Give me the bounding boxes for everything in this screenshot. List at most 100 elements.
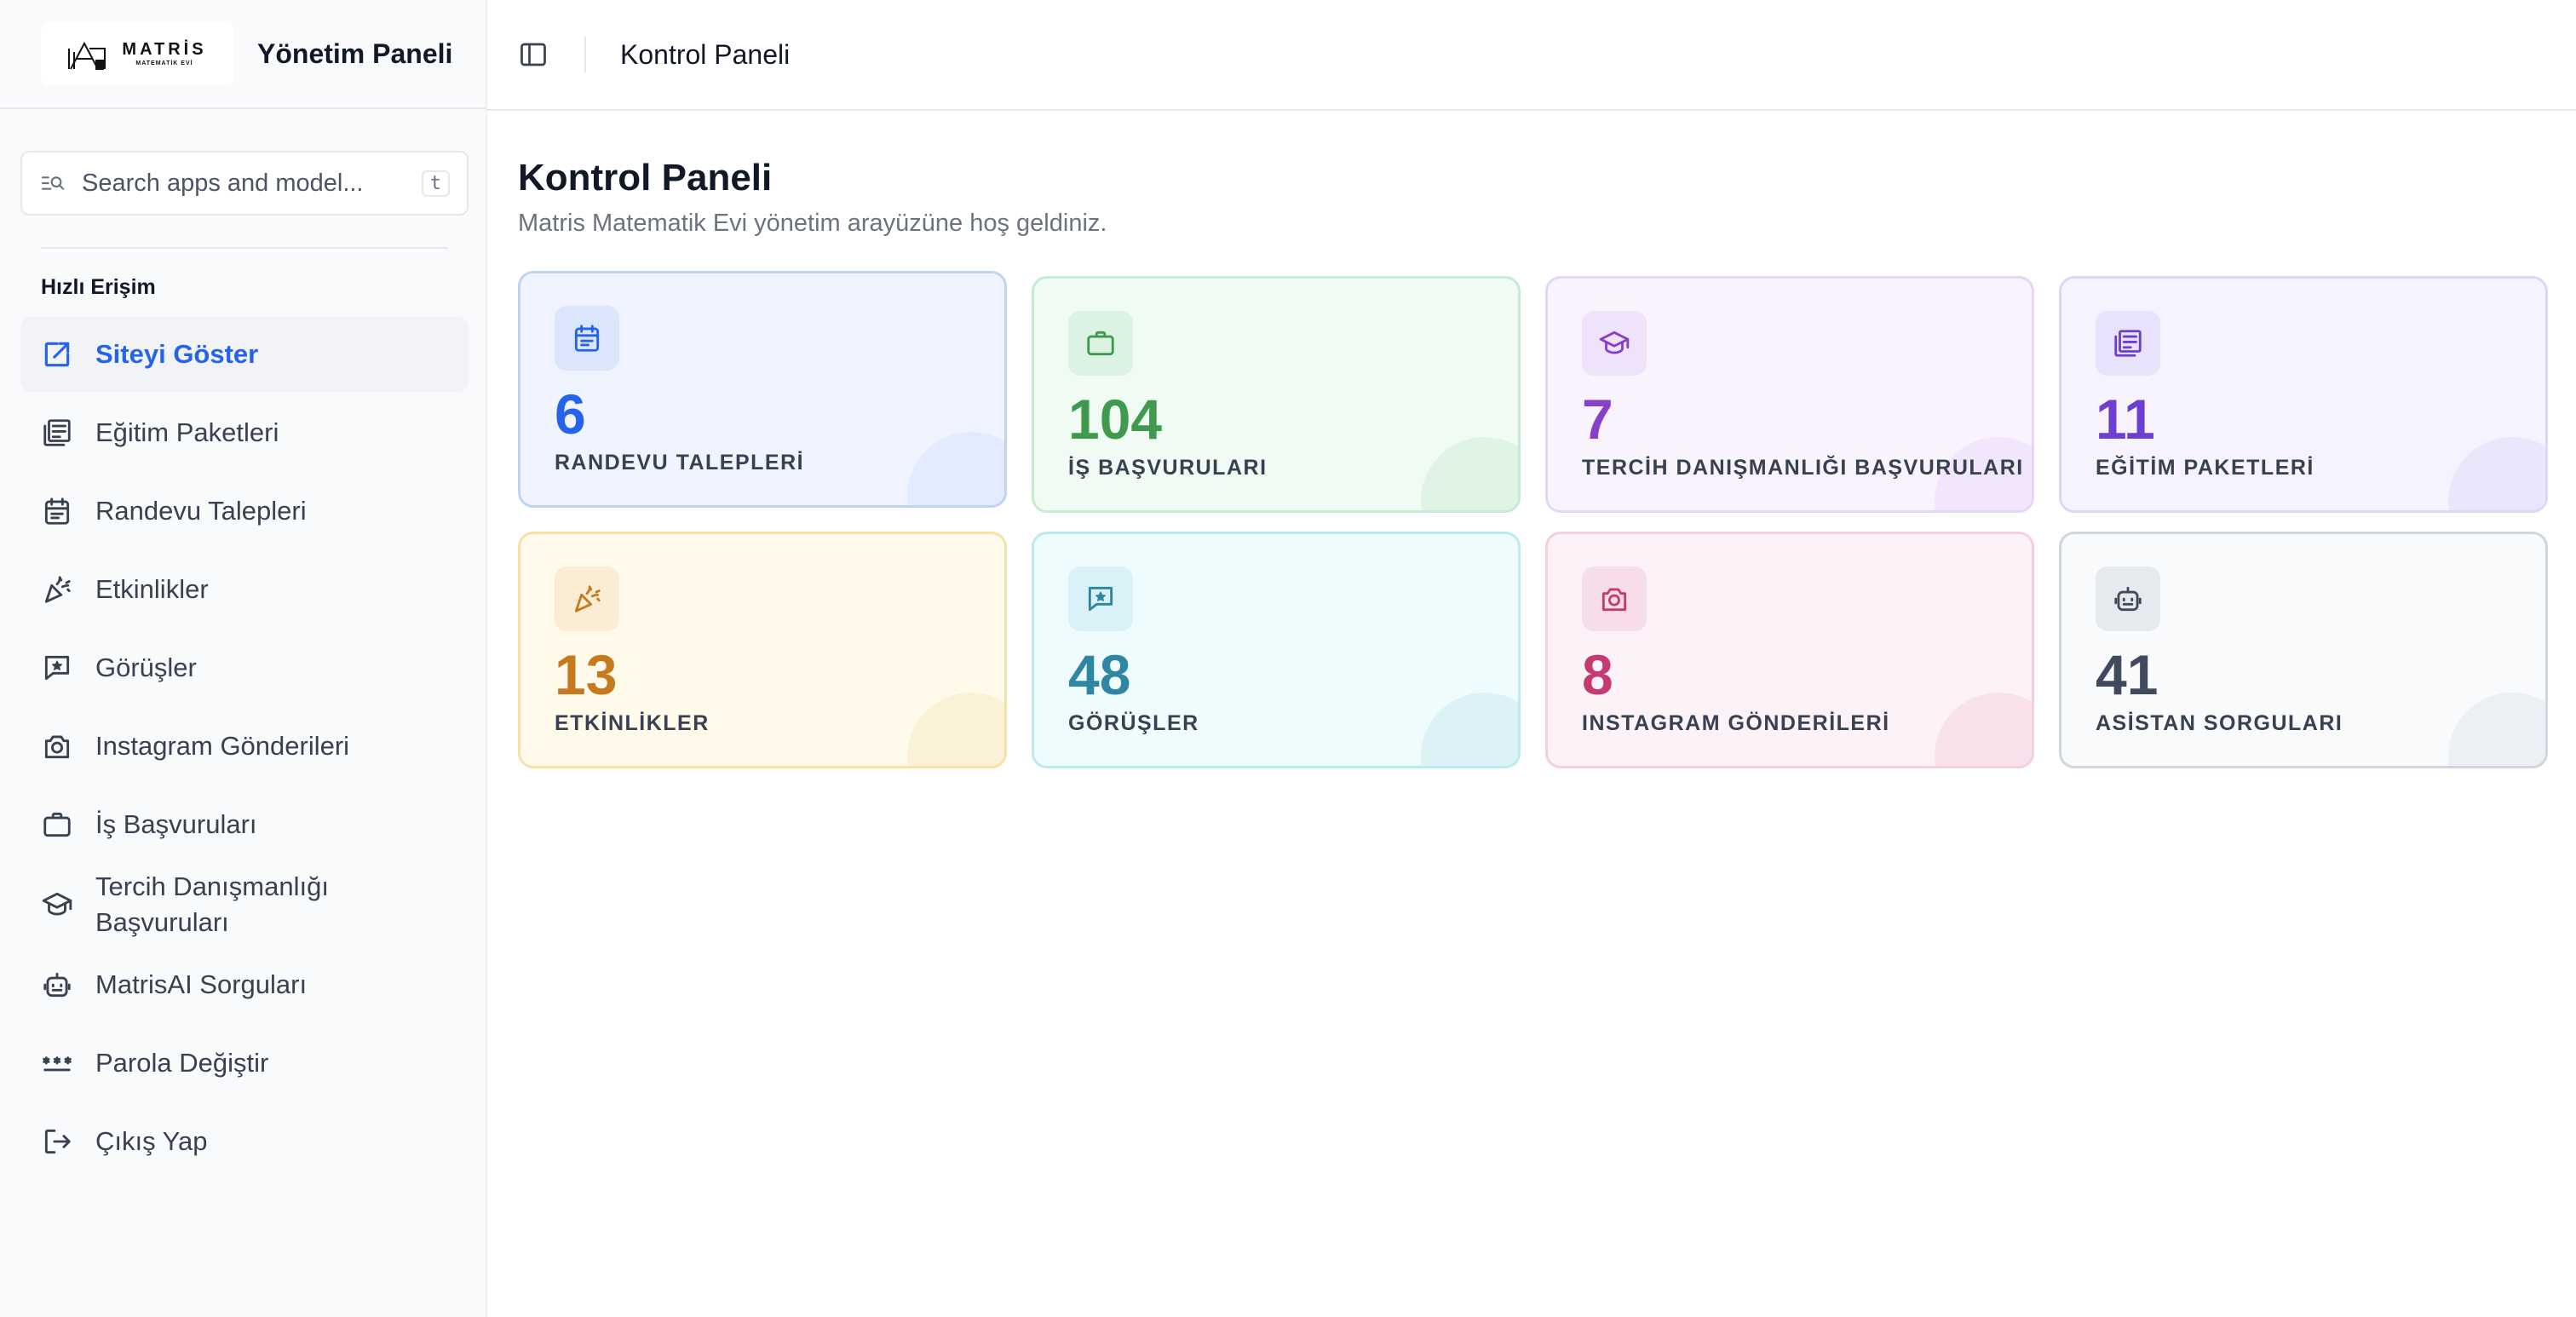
card-value: 8 xyxy=(1582,643,1613,706)
sidebar-item-tercih-danismanligi[interactable]: Tercih Danışmanlığı Başvuruları xyxy=(20,866,469,944)
sidebar-item-egitim-paketleri[interactable]: Eğitim Paketleri xyxy=(20,395,469,470)
newspaper-icon xyxy=(2114,330,2142,357)
card-decoration xyxy=(907,693,1004,766)
card-label: ASİSTAN SORGULARI xyxy=(2096,711,2343,735)
sidebar-item-label: Eğitim Paketleri xyxy=(95,417,279,448)
search-placeholder: Search apps and model... xyxy=(82,169,364,197)
card-icon-box xyxy=(555,306,619,371)
card-value: 41 xyxy=(2096,643,2159,706)
card-label: İŞ BAŞVURULARI xyxy=(1068,456,1268,480)
card-icon-box xyxy=(2096,311,2160,376)
sidebar-item-label: Tercih Danışmanlığı Başvuruları xyxy=(95,869,329,940)
card-decoration xyxy=(1935,693,2032,766)
sidebar-item-label-line1: Tercih Danışmanlığı xyxy=(95,871,329,902)
stat-card-asistan-sorgulari[interactable]: 41 ASİSTAN SORGULARI xyxy=(2059,532,2548,768)
sidebar-item-label: Randevu Talepleri xyxy=(95,496,307,526)
sidebar-item-label: Parola Değiştir xyxy=(95,1048,269,1078)
card-icon-box xyxy=(1582,311,1647,376)
briefcase-icon xyxy=(1087,331,1114,356)
camera-icon xyxy=(44,735,70,759)
sidebar-item-label: İş Başvuruları xyxy=(95,809,257,840)
sidebar: MATRİS MATEMATİK EVİ Yönetim Paneli Sear… xyxy=(0,0,487,1317)
logo-line2: MATEMATİK EVİ xyxy=(135,60,193,66)
card-value: 7 xyxy=(1582,388,1613,451)
sidebar-item-is-basvurulari[interactable]: İş Başvuruları xyxy=(20,787,469,862)
stat-card-instagram-gonderileri[interactable]: 8 INSTAGRAM GÖNDERİLERİ xyxy=(1545,532,2034,768)
card-label: GÖRÜŞLER xyxy=(1068,711,1199,735)
sidebar-item-etkinlikler[interactable]: Etkinlikler xyxy=(20,552,469,627)
card-decoration xyxy=(907,432,1004,505)
sidebar-item-parola-degistir[interactable]: Parola Değiştir xyxy=(20,1026,469,1101)
app: MATRİS MATEMATİK EVİ Yönetim Paneli Sear… xyxy=(0,0,2576,1317)
party-popper-icon xyxy=(44,576,71,603)
sidebar-item-cikis-yap[interactable]: Çıkış Yap xyxy=(20,1104,469,1179)
sidebar-item-matrisai-sorgulari[interactable]: MatrisAI Sorguları xyxy=(20,947,469,1022)
card-value: 104 xyxy=(1068,388,1163,451)
topbar: Kontrol Paneli xyxy=(487,0,2576,111)
sidebar-item-label: Görüşler xyxy=(95,653,197,683)
logo-line1: MATRİS xyxy=(122,40,207,59)
breadcrumb: Kontrol Paneli xyxy=(620,38,791,70)
sidebar-item-label-line2: Başvuruları xyxy=(95,907,229,937)
camera-icon xyxy=(1601,588,1627,612)
message-star-icon xyxy=(44,655,70,681)
newspaper-icon xyxy=(43,419,71,446)
sidebar-item-label: Siteyi Göster xyxy=(95,339,259,370)
card-icon-box xyxy=(1068,566,1133,631)
card-label: INSTAGRAM GÖNDERİLERİ xyxy=(1582,711,1890,735)
card-decoration xyxy=(2448,693,2545,766)
card-icon-box xyxy=(2096,566,2160,631)
graduation-cap-icon xyxy=(1599,331,1630,354)
brand-title: Yönetim Paneli xyxy=(257,37,453,69)
calendar-icon xyxy=(574,325,600,352)
card-icon-box xyxy=(1582,566,1647,631)
logout-icon xyxy=(44,1129,71,1154)
sidebar-item-randevu-talepleri[interactable]: Randevu Talepleri xyxy=(20,474,469,549)
card-value: 6 xyxy=(555,382,586,446)
card-value: 48 xyxy=(1068,643,1131,706)
calendar-icon xyxy=(44,497,70,525)
sidebar-item-label: Çıkış Yap xyxy=(95,1126,208,1157)
bot-icon xyxy=(43,972,71,998)
bot-icon xyxy=(2114,586,2142,612)
sidebar-item-label: Instagram Gönderileri xyxy=(95,731,350,762)
sidebar-item-siteyi-goster[interactable]: Siteyi Göster xyxy=(20,317,469,392)
card-label: EĞİTİM PAKETLERİ xyxy=(2096,456,2314,480)
party-popper-icon xyxy=(574,585,601,612)
card-value: 13 xyxy=(555,643,618,706)
sidebar-item-gorusler[interactable]: Görüşler xyxy=(20,630,469,705)
sidebar-item-label: MatrisAI Sorguları xyxy=(95,969,308,1000)
stat-card-gorusler[interactable]: 48 GÖRÜŞLER xyxy=(1032,532,1521,768)
card-icon-box xyxy=(1068,311,1133,376)
stat-card-egitim-paketleri[interactable]: 11 EĞİTİM PAKETLERİ xyxy=(2059,276,2548,513)
sidebar-divider xyxy=(41,247,448,249)
search-shortcut: t xyxy=(421,170,450,197)
stat-card-tercih-danismanligi[interactable]: 7 TERCİH DANIŞMANLIĞI BAŞVURULARI xyxy=(1545,276,2034,513)
card-decoration xyxy=(1421,693,1518,766)
logo[interactable]: MATRİS MATEMATİK EVİ xyxy=(41,22,233,85)
card-icon-box xyxy=(555,566,619,631)
message-star-icon xyxy=(1088,586,1113,612)
external-link-icon xyxy=(44,342,70,367)
card-label: RANDEVU TALEPLERİ xyxy=(555,451,805,474)
graduation-cap-icon xyxy=(42,892,72,916)
password-icon xyxy=(43,1056,72,1072)
search-input[interactable]: Search apps and model... t xyxy=(20,151,469,216)
card-label: ETKİNLİKLER xyxy=(555,711,710,735)
sidebar-nav: Siteyi Göster Eğitim Paketleri Randevu T… xyxy=(20,317,469,1182)
search-icon xyxy=(41,176,65,190)
sidebar-toggle-icon[interactable] xyxy=(518,39,549,70)
briefcase-icon xyxy=(43,812,71,837)
card-decoration xyxy=(2448,437,2545,510)
section-title: Hızlı Erişim xyxy=(41,275,156,299)
stat-card-is-basvurulari[interactable]: 104 İŞ BAŞVURULARI xyxy=(1032,276,1521,513)
page-subtitle: Matris Matematik Evi yönetim arayüzüne h… xyxy=(518,210,1107,237)
sidebar-header: MATRİS MATEMATİK EVİ Yönetim Paneli xyxy=(0,0,486,109)
card-decoration xyxy=(1421,437,1518,510)
page-title: Kontrol Paneli xyxy=(518,157,773,198)
stat-card-etkinlikler[interactable]: 13 ETKİNLİKLER xyxy=(518,532,1007,768)
stat-card-randevu-talepleri[interactable]: 6 RANDEVU TALEPLERİ xyxy=(518,271,1007,508)
sidebar-item-label: Etkinlikler xyxy=(95,574,209,605)
sidebar-item-instagram-gonderileri[interactable]: Instagram Gönderileri xyxy=(20,709,469,784)
topbar-separator xyxy=(584,37,586,72)
